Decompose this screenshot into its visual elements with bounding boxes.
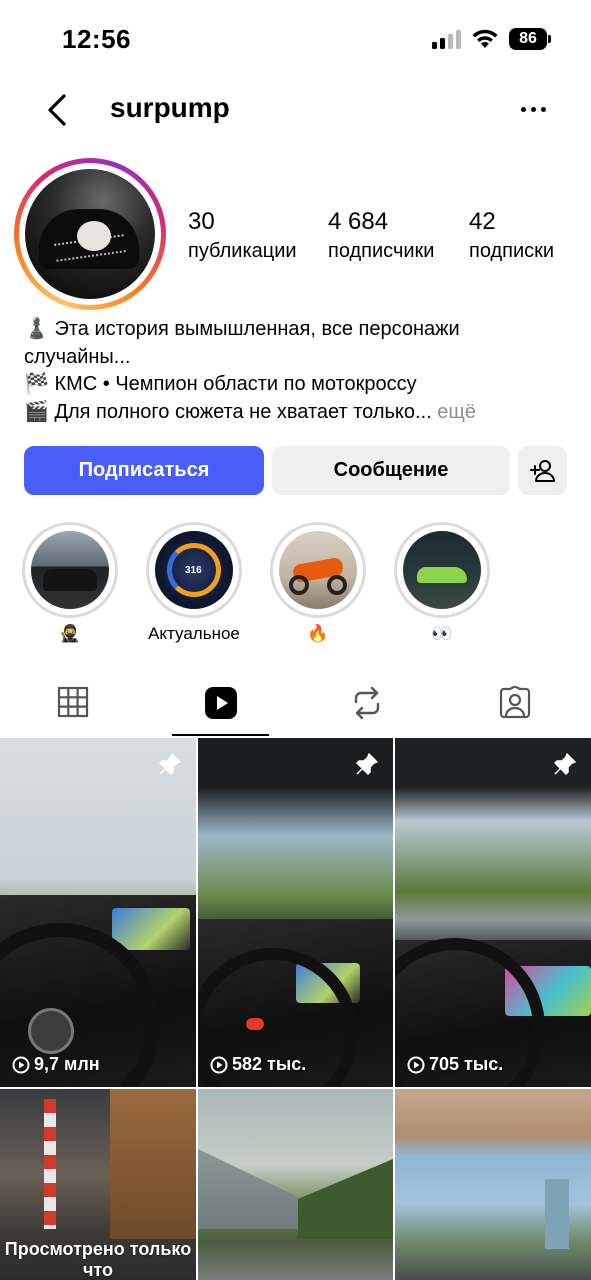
signal-icon — [432, 29, 462, 49]
stat-posts-label: публикации — [188, 240, 297, 262]
avatar — [25, 169, 155, 299]
watched-overlay: Просмотрено только что — [4, 1239, 192, 1280]
tab-reposts[interactable] — [319, 668, 417, 738]
back-arrow-icon[interactable] — [40, 90, 76, 130]
bio-more-link[interactable]: ещё — [432, 401, 476, 423]
highlight-item[interactable]: 👀 — [394, 522, 490, 643]
stat-followers-label: подписчики — [328, 240, 435, 262]
view-count-text: 9,7 млн — [34, 1054, 100, 1074]
stat-followers-value: 4 684 — [328, 208, 389, 235]
status-time: 12:56 — [62, 24, 131, 54]
play-outline-icon — [407, 1056, 425, 1073]
view-count: 582 тыс. — [210, 1054, 306, 1075]
bio-line: случайны... — [24, 345, 131, 368]
bio-line: 🎬 Для полного сюжета не хватает только..… — [24, 400, 432, 423]
reels-grid: 9,7 млн 582 тыс. 705 тыс. Просмотрено то… — [0, 738, 591, 1280]
play-outline-icon — [12, 1056, 30, 1073]
suggest-users-button[interactable] — [518, 446, 567, 495]
profile-username: surpump — [110, 92, 230, 123]
bio-line-last: 🎬 Для полного сюжета не хватает только..… — [24, 399, 584, 427]
bio-line: ♟️ Эта история вымышленная, все персонаж… — [24, 318, 460, 340]
tab-tagged[interactable] — [466, 668, 564, 738]
reel-tile[interactable]: Просмотрено только что — [0, 1089, 196, 1280]
follow-button[interactable]: Подписаться — [24, 446, 264, 495]
stat-following-value: 42 — [469, 208, 496, 235]
highlight-item[interactable]: 🥷 — [22, 522, 118, 643]
reels-icon — [205, 687, 237, 719]
avatar-story-ring[interactable] — [14, 158, 166, 310]
profile-bio: ♟️ Эта история вымышленная, все персонаж… — [24, 316, 584, 426]
pin-icon — [356, 753, 378, 775]
stat-posts[interactable]: 30 публикации — [188, 208, 297, 263]
repost-icon — [354, 686, 380, 720]
reel-tile[interactable]: 9,7 млн — [0, 738, 196, 1087]
highlight-cover — [31, 531, 109, 609]
wifi-icon — [472, 29, 498, 48]
highlight-cover: 316 — [155, 531, 233, 609]
grid-icon — [57, 686, 89, 718]
tagged-person-icon — [499, 686, 531, 719]
highlight-cover — [403, 531, 481, 609]
add-person-icon — [529, 460, 555, 482]
highlight-cover — [279, 531, 357, 609]
stat-following[interactable]: 42 подписки — [469, 208, 554, 263]
tab-reels[interactable] — [172, 668, 270, 738]
view-count-text: 582 тыс. — [232, 1054, 307, 1074]
pin-icon — [554, 753, 576, 775]
view-count: 705 тыс. — [407, 1054, 503, 1075]
reel-tile[interactable]: 705 тыс. — [395, 738, 591, 1087]
play-outline-icon — [210, 1056, 228, 1073]
message-button[interactable]: Сообщение — [272, 446, 510, 495]
stat-followers[interactable]: 4 684 подписчики — [328, 208, 434, 263]
battery-tip — [548, 35, 551, 43]
stat-posts-value: 30 — [188, 208, 215, 235]
stat-following-label: подписки — [469, 240, 555, 262]
status-bar: 12:56 86 — [0, 0, 591, 78]
profile-tabs — [0, 668, 591, 738]
more-options-icon[interactable] — [516, 98, 552, 122]
pin-icon — [159, 753, 181, 775]
profile-header: surpump — [0, 78, 591, 142]
reel-tile[interactable] — [198, 1089, 393, 1280]
battery-icon: 86 — [509, 28, 547, 50]
reel-tile[interactable] — [395, 1089, 591, 1280]
reel-tile[interactable]: 582 тыс. — [198, 738, 393, 1087]
highlight-item[interactable]: 🔥 — [270, 522, 366, 643]
view-count-text: 705 тыс. — [429, 1054, 504, 1074]
active-tab-indicator — [172, 734, 269, 736]
highlight-item[interactable]: 316 Актуальное — [146, 522, 242, 643]
tab-posts-grid[interactable] — [25, 668, 123, 738]
highlight-label: 👀 — [431, 624, 453, 643]
bio-line: 🏁 КМС • Чемпион области по мотокроссу — [24, 373, 417, 395]
view-count: 9,7 млн — [12, 1054, 100, 1075]
